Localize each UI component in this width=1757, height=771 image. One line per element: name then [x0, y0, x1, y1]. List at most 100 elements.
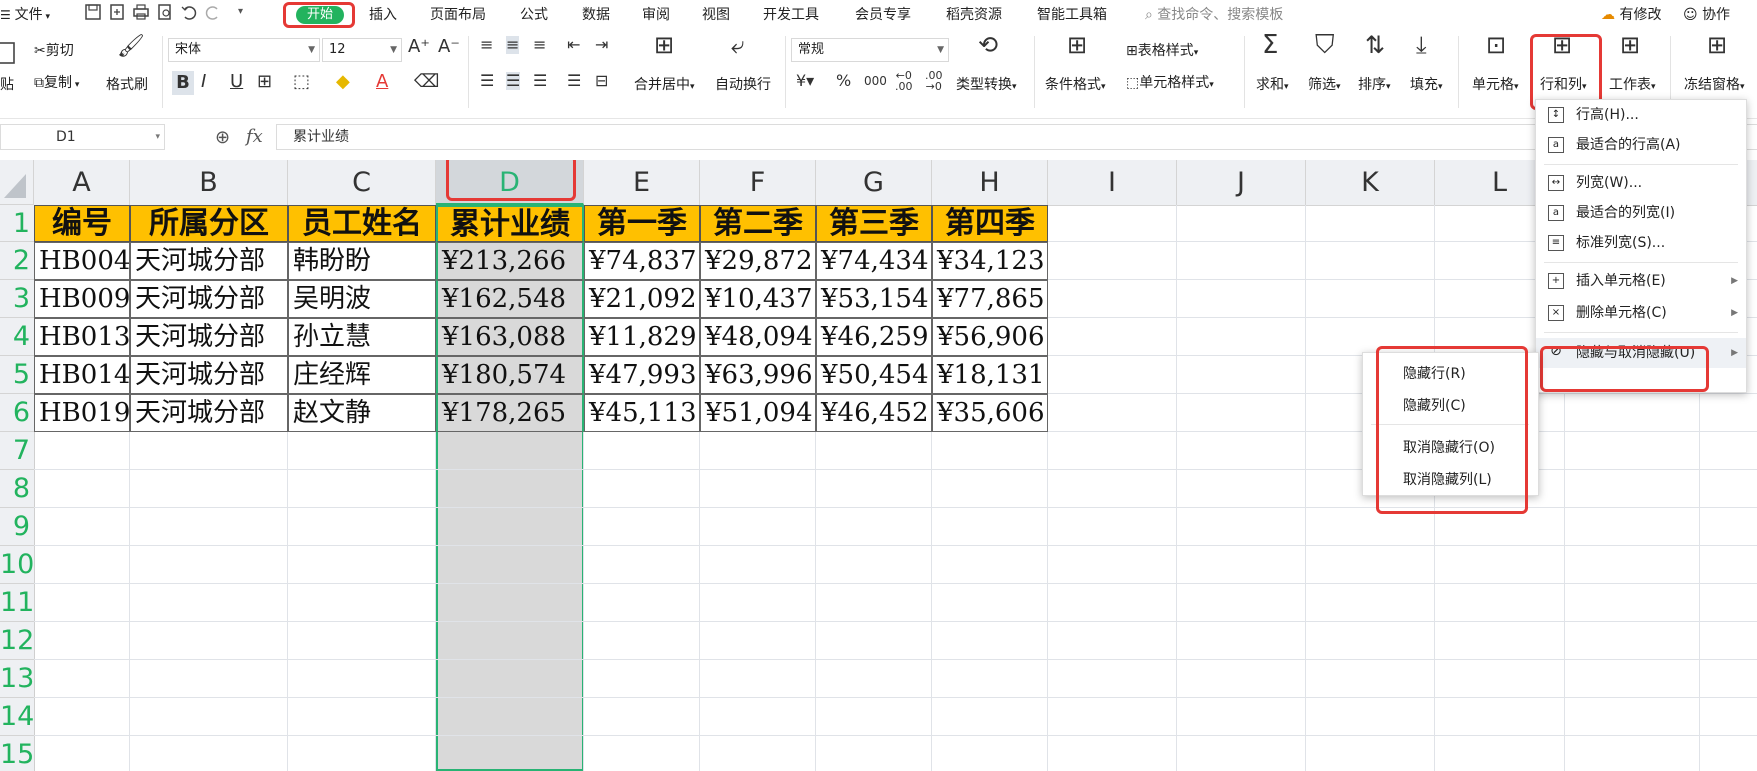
cell-q3[interactable]: ¥46,259: [816, 318, 932, 356]
cell-q3[interactable]: ¥46,452: [816, 394, 932, 432]
cell-q4[interactable]: ¥35,606: [932, 394, 1048, 432]
align-center-icon[interactable]: ☰: [506, 72, 521, 90]
underline-icon[interactable]: U: [230, 73, 243, 91]
cond-format-button[interactable]: 条件格式▾: [1045, 74, 1106, 94]
row-header-3[interactable]: 3: [0, 280, 34, 318]
paste-label[interactable]: 贴: [0, 74, 14, 94]
cell-q1[interactable]: ¥74,837: [584, 242, 700, 280]
cell-q2[interactable]: ¥29,872: [700, 242, 816, 280]
row-header-8[interactable]: 8: [0, 470, 34, 508]
tab-data[interactable]: 数据: [582, 4, 610, 24]
row-header-14[interactable]: 14: [0, 698, 34, 736]
freeze-icon[interactable]: ⊞: [1707, 33, 1727, 57]
menu-autofit-row[interactable]: a 最适合的行高(A): [1536, 130, 1746, 160]
align-right-icon[interactable]: ☰: [533, 72, 547, 90]
cell-q4[interactable]: ¥56,906: [932, 318, 1048, 356]
undo-icon[interactable]: [180, 3, 198, 21]
header-cell-total[interactable]: 累计业绩: [436, 205, 584, 242]
cell-q1[interactable]: ¥11,829: [584, 318, 700, 356]
fill-icon[interactable]: ⤓: [1416, 33, 1427, 57]
worksheet-button[interactable]: 工作表▾: [1609, 74, 1656, 94]
cell-total[interactable]: ¥213,266: [436, 242, 584, 280]
cell-q4[interactable]: ¥34,123: [932, 242, 1048, 280]
cell-code[interactable]: HB009: [34, 280, 130, 318]
header-cell-q3[interactable]: 第三季: [816, 205, 932, 242]
export-icon[interactable]: [108, 3, 126, 21]
zoom-icon[interactable]: ⊕: [215, 127, 230, 148]
font-color-icon[interactable]: A: [376, 73, 388, 91]
cell-q1[interactable]: ¥45,113: [584, 394, 700, 432]
header-cell-q1[interactable]: 第一季: [584, 205, 700, 242]
freeze-button[interactable]: 冻结窗格▾: [1684, 74, 1745, 94]
cell-q2[interactable]: ¥48,094: [700, 318, 816, 356]
align-middle-icon[interactable]: ≡: [506, 36, 520, 54]
copy-button[interactable]: ⧉复制 ▾: [34, 72, 79, 92]
tab-docer[interactable]: 稻壳资源: [946, 4, 1002, 24]
sum-icon[interactable]: Σ: [1262, 32, 1278, 58]
column-header-h[interactable]: H: [932, 160, 1048, 205]
type-convert-icon[interactable]: ⟲: [978, 33, 998, 57]
wrap-icon[interactable]: ⤶: [731, 33, 744, 57]
save-icon[interactable]: [84, 3, 102, 21]
thousands-icon[interactable]: 000: [864, 72, 887, 90]
increase-font-icon[interactable]: A⁺: [408, 38, 430, 56]
cut-button[interactable]: ✂剪切: [34, 40, 74, 60]
tab-start[interactable]: 开始: [296, 6, 344, 24]
tab-view[interactable]: 视图: [702, 4, 730, 24]
indent-increase-icon[interactable]: ⇥: [595, 36, 608, 54]
menu-std-width[interactable]: ≡ 标准列宽(S)...: [1536, 228, 1746, 258]
bold-icon[interactable]: B: [172, 71, 194, 95]
conditional-format-icon[interactable]: ⊞: [1067, 33, 1087, 57]
cell-code[interactable]: HB004: [34, 242, 130, 280]
column-header-g[interactable]: G: [816, 160, 932, 205]
column-header-b[interactable]: B: [130, 160, 288, 205]
cell-q3[interactable]: ¥74,434: [816, 242, 932, 280]
cell-q2[interactable]: ¥51,094: [700, 394, 816, 432]
cell-name[interactable]: 赵文静: [288, 394, 436, 432]
cell-style-button[interactable]: ⬚单元格样式▾: [1126, 72, 1214, 92]
row-header-15[interactable]: 15: [0, 736, 34, 771]
cell-q4[interactable]: ¥18,131: [932, 356, 1048, 394]
tab-smart-tools[interactable]: 智能工具箱: [1037, 4, 1107, 24]
cell-total[interactable]: ¥162,548: [436, 280, 584, 318]
menu-col-width[interactable]: ↔ 列宽(W)...: [1536, 168, 1746, 198]
paste-icon[interactable]: [0, 40, 16, 64]
cell-district[interactable]: 天河城分部: [130, 356, 288, 394]
menu-row-height[interactable]: ↕ 行高(H)...: [1536, 100, 1746, 130]
merge-icon[interactable]: ⊞: [654, 33, 674, 57]
menu-delete-cell[interactable]: × 删除单元格(C) ▶: [1536, 298, 1746, 328]
tab-page-layout[interactable]: 页面布局: [430, 4, 486, 24]
cell-code[interactable]: HB014: [34, 356, 130, 394]
row-header-9[interactable]: 9: [0, 508, 34, 546]
row-header-10[interactable]: 10: [0, 546, 34, 584]
header-cell-district[interactable]: 所属分区: [130, 205, 288, 242]
italic-icon[interactable]: I: [201, 73, 206, 91]
number-format-select[interactable]: 常规 ▼: [791, 38, 949, 62]
cell-name[interactable]: 庄经辉: [288, 356, 436, 394]
worksheet-icon[interactable]: ⊞: [1620, 33, 1640, 57]
increase-decimal-icon[interactable]: ←0.00: [895, 70, 913, 92]
cell-code[interactable]: HB019: [34, 394, 130, 432]
fill-color-icon[interactable]: ◆: [336, 73, 350, 91]
cell-district[interactable]: 天河城分部: [130, 318, 288, 356]
align-top-icon[interactable]: ≡: [480, 36, 493, 54]
wrap-text-label[interactable]: 自动换行: [715, 74, 771, 94]
sum-button[interactable]: 求和▾: [1256, 74, 1289, 94]
column-header-f[interactable]: F: [700, 160, 816, 205]
filter-icon[interactable]: ⛉: [1315, 32, 1335, 58]
decrease-decimal-icon[interactable]: .00 →0: [925, 70, 943, 92]
column-header-c[interactable]: C: [288, 160, 436, 205]
file-menu[interactable]: ☰ 文件 ▾: [0, 4, 50, 24]
print-icon[interactable]: [132, 3, 150, 21]
cell-district[interactable]: 天河城分部: [130, 394, 288, 432]
cell-q4[interactable]: ¥77,865: [932, 280, 1048, 318]
collab-button[interactable]: ☺ 协作: [1683, 4, 1730, 24]
cell-q3[interactable]: ¥53,154: [816, 280, 932, 318]
align-left-icon[interactable]: ☰: [480, 72, 494, 90]
row-header-13[interactable]: 13: [0, 660, 34, 698]
eraser-icon[interactable]: ⌫: [414, 73, 439, 91]
cell-q2[interactable]: ¥63,996: [700, 356, 816, 394]
distribute-icon[interactable]: ⊟: [595, 72, 608, 90]
column-header-j[interactable]: J: [1177, 160, 1306, 205]
cell-district[interactable]: 天河城分部: [130, 280, 288, 318]
